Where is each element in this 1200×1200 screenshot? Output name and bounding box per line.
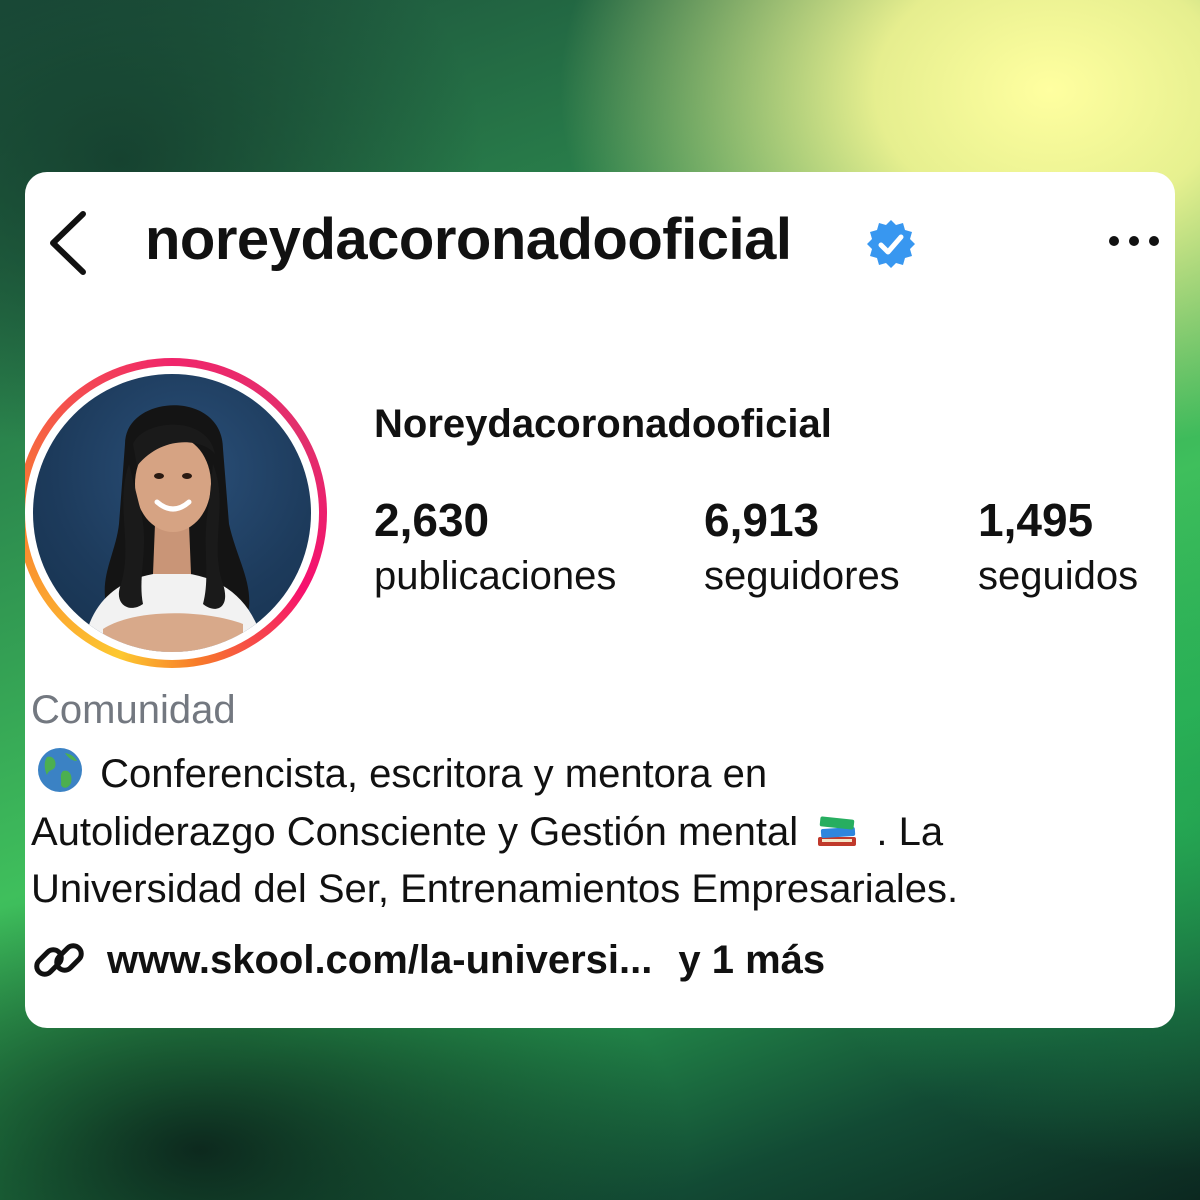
profile-username: noreydacoronadooficial: [145, 207, 792, 272]
bio-line-1: Conferencista, escritora y mentora en: [31, 745, 1151, 803]
stat-following-value: 1,495: [978, 494, 1094, 546]
verified-badge-icon: [867, 220, 915, 268]
story-ring[interactable]: [25, 358, 327, 668]
profile-bio: Conferencista, escritora y mentora en Au…: [31, 745, 1151, 918]
avatar[interactable]: [33, 374, 311, 652]
bio-text-2b: . La: [876, 810, 944, 854]
bio-text-2a: Autoliderazgo Consciente y Gestión menta…: [31, 810, 799, 854]
stat-posts-value: 2,630: [374, 494, 490, 546]
bio-text-1: Conferencista, escritora y mentora en: [100, 752, 768, 796]
avatar-portrait-icon: [83, 405, 265, 652]
stat-following[interactable]: 1,495 seguidos: [978, 492, 1138, 604]
stat-followers[interactable]: 6,913 seguidores: [704, 492, 900, 604]
globe-icon: [38, 748, 82, 792]
bio-line-2: Autoliderazgo Consciente y Gestión menta…: [31, 803, 1151, 861]
profile-link-more[interactable]: y 1 más: [678, 938, 825, 983]
profile-link-text[interactable]: www.skool.com/la-universi...: [107, 938, 652, 983]
profile-category: Comunidad: [31, 688, 236, 732]
stat-posts[interactable]: 2,630 publicaciones: [374, 492, 616, 604]
link-icon: [34, 943, 84, 977]
bio-line-3: Universidad del Ser, Entrenamientos Empr…: [31, 867, 959, 911]
ellipsis-icon[interactable]: [1107, 232, 1161, 250]
stat-followers-label: seguidores: [704, 554, 900, 598]
stat-posts-label: publicaciones: [374, 554, 617, 598]
profile-card: noreydacoronadooficial Noreydacoronadoof…: [25, 172, 1175, 1028]
display-name: Noreydacoronadooficial: [374, 402, 832, 446]
profile-link-row[interactable]: www.skool.com/la-universi... y 1 más: [31, 932, 825, 988]
stat-following-label: seguidos: [978, 554, 1139, 598]
chevron-left-icon[interactable]: [45, 208, 89, 278]
stat-followers-value: 6,913: [704, 494, 820, 546]
books-icon: [818, 816, 857, 846]
